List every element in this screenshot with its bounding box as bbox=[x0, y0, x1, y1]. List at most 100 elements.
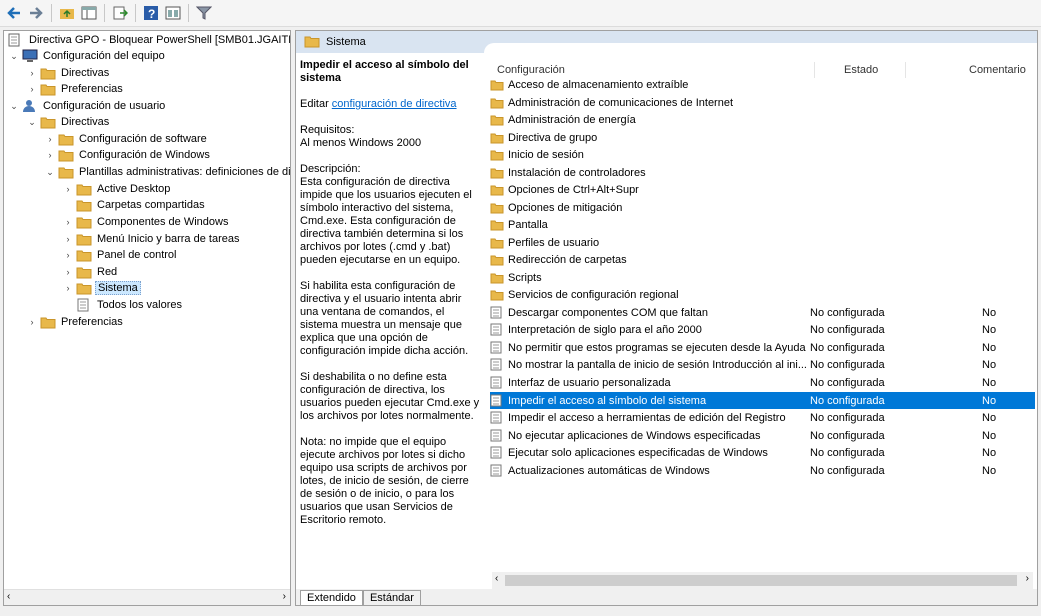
folder-row[interactable]: Redirección de carpetas bbox=[490, 251, 1035, 268]
policy-setting-icon bbox=[490, 464, 504, 478]
folder-icon bbox=[304, 34, 320, 51]
tree-item-uc-preferencias[interactable]: › Preferencias bbox=[26, 314, 125, 330]
tree-item-active-desktop[interactable]: › Active Desktop bbox=[62, 181, 172, 197]
tree-label: Directiva GPO - Bloquear PowerShell [SMB… bbox=[29, 34, 291, 46]
setting-row[interactable]: No mostrar la pantalla de inicio de sesi… bbox=[490, 356, 1035, 373]
chevron-right-icon[interactable]: › bbox=[26, 83, 38, 95]
setting-comment: No bbox=[982, 376, 997, 389]
tree-label: Configuración del equipo bbox=[43, 50, 165, 62]
setting-row[interactable]: Interpretación de siglo para el año 2000… bbox=[490, 321, 1035, 338]
up-folder-icon[interactable] bbox=[57, 3, 77, 23]
tree-label: Active Desktop bbox=[97, 183, 171, 195]
tab-standard[interactable]: Estándar bbox=[362, 590, 421, 605]
setting-row[interactable]: Impedir el acceso a herramientas de edic… bbox=[490, 409, 1035, 426]
tree-item-cc-preferencias[interactable]: › Preferencias bbox=[26, 81, 125, 97]
chevron-down-icon[interactable]: ⌄ bbox=[8, 100, 20, 112]
folder-row[interactable]: Inicio de sesión bbox=[490, 146, 1035, 163]
back-icon[interactable] bbox=[4, 3, 24, 23]
setting-row[interactable]: No ejecutar aplicaciones de Windows espe… bbox=[490, 427, 1035, 444]
chevron-right-icon[interactable]: › bbox=[26, 67, 38, 79]
folder-label: Opciones de Ctrl+Alt+Supr bbox=[508, 183, 639, 196]
setting-row[interactable]: Ejecutar solo aplicaciones especificadas… bbox=[490, 444, 1035, 461]
folder-row[interactable]: Administración de comunicaciones de Inte… bbox=[490, 94, 1035, 111]
tree-item-root[interactable]: Directiva GPO - Bloquear PowerShell [SMB… bbox=[6, 32, 291, 48]
chevron-right-icon[interactable]: › bbox=[26, 316, 38, 328]
tree-item-shared-folders[interactable]: Carpetas compartidas bbox=[74, 197, 207, 213]
tree-label: Menú Inicio y barra de tareas bbox=[97, 233, 240, 245]
setting-name: Interpretación de siglo para el año 2000 bbox=[508, 323, 702, 336]
folder-icon bbox=[76, 265, 92, 279]
scroll-left-icon[interactable]: ‹ bbox=[495, 573, 498, 584]
folder-row[interactable]: Opciones de mitigación bbox=[490, 199, 1035, 216]
tree-item-windows-components[interactable]: › Componentes de Windows bbox=[62, 214, 230, 230]
folder-row[interactable]: Scripts bbox=[490, 269, 1035, 286]
note-text: Nota: no impide que el equipo ejecute ar… bbox=[300, 436, 469, 526]
setting-state: No configurada bbox=[810, 464, 885, 477]
toolbar-separator bbox=[135, 4, 136, 22]
extended-description: Impedir el acceso al símbolo del sistema… bbox=[300, 59, 480, 540]
folder-row[interactable]: Acceso de almacenamiento extraíble bbox=[490, 76, 1035, 93]
show-hide-tree-icon[interactable] bbox=[79, 3, 99, 23]
chevron-down-icon[interactable]: ⌄ bbox=[8, 50, 20, 62]
list-horizontal-scrollbar[interactable]: ‹ › bbox=[492, 572, 1033, 589]
properties-icon[interactable] bbox=[163, 3, 183, 23]
chevron-right-icon[interactable]: › bbox=[44, 149, 56, 161]
tree-horizontal-scrollbar[interactable]: ‹ › bbox=[4, 589, 290, 605]
edit-policy-link[interactable]: configuración de directiva bbox=[332, 98, 457, 110]
folder-icon bbox=[76, 248, 92, 262]
chevron-right-icon[interactable]: › bbox=[62, 183, 74, 195]
export-list-icon[interactable] bbox=[110, 3, 130, 23]
chevron-down-icon[interactable]: ⌄ bbox=[44, 166, 56, 178]
filter-icon[interactable] bbox=[194, 3, 214, 23]
tree-item-windows[interactable]: › Configuración de Windows bbox=[44, 147, 212, 163]
tree-item-software[interactable]: › Configuración de software bbox=[44, 131, 209, 147]
help-icon[interactable]: ? bbox=[141, 3, 161, 23]
tree-item-admin-templates[interactable]: ⌄ Plantillas administrativas: definicion… bbox=[44, 164, 290, 180]
chevron-right-icon[interactable]: › bbox=[62, 266, 74, 278]
folder-icon bbox=[58, 148, 74, 162]
chevron-right-icon[interactable]: › bbox=[62, 249, 74, 261]
folder-label: Perfiles de usuario bbox=[508, 236, 600, 249]
folder-row[interactable]: Administración de energía bbox=[490, 111, 1035, 128]
requirements: Requisitos: Al menos Windows 2000 bbox=[300, 124, 480, 150]
tab-extended[interactable]: Extendido bbox=[300, 590, 363, 605]
forward-icon[interactable] bbox=[26, 3, 46, 23]
setting-row[interactable]: Interfaz de usuario personalizada No conf… bbox=[490, 374, 1035, 391]
setting-row-selected[interactable]: Impedir el acceso al símbolo del sistema… bbox=[490, 392, 1035, 409]
chevron-right-icon[interactable]: › bbox=[62, 216, 74, 228]
tree-item-network[interactable]: › Red bbox=[62, 264, 119, 280]
folder-label: Redirección de carpetas bbox=[508, 253, 627, 266]
tree-label: Carpetas compartidas bbox=[97, 199, 205, 211]
chevron-right-icon[interactable]: › bbox=[62, 282, 74, 294]
tree-item-system[interactable]: › Sistema bbox=[62, 280, 141, 296]
tree-item-user-config[interactable]: ⌄ Configuración de usuario bbox=[8, 98, 167, 114]
scrollbar-thumb[interactable] bbox=[505, 575, 1017, 586]
setting-row[interactable]: No permitir que estos programas se ejecu… bbox=[490, 339, 1035, 356]
scroll-right-icon[interactable]: › bbox=[1026, 573, 1029, 584]
chevron-right-icon[interactable]: › bbox=[62, 233, 74, 245]
setting-row[interactable]: Actualizaciones automáticas de Windows No… bbox=[490, 462, 1035, 479]
chevron-right-icon[interactable]: › bbox=[44, 133, 56, 145]
folder-row[interactable]: Opciones de Ctrl+Alt+Supr bbox=[490, 181, 1035, 198]
folder-row[interactable]: Perfiles de usuario bbox=[490, 234, 1035, 251]
folder-row[interactable]: Pantalla bbox=[490, 216, 1035, 233]
folder-row[interactable]: Directiva de grupo bbox=[490, 129, 1035, 146]
tree-item-start-menu[interactable]: › Menú Inicio y barra de tareas bbox=[62, 231, 241, 247]
scroll-right-icon[interactable]: › bbox=[283, 591, 286, 602]
folder-row[interactable]: Instalación de controladores bbox=[490, 164, 1035, 181]
tree-item-cc-directivas[interactable]: › Directivas bbox=[26, 65, 111, 81]
scroll-left-icon[interactable]: ‹ bbox=[7, 591, 10, 602]
setting-row[interactable]: Descargar componentes COM que faltan No c… bbox=[490, 304, 1035, 321]
folder-row[interactable]: Servicios de configuración regional bbox=[490, 286, 1035, 303]
folder-icon bbox=[76, 281, 92, 295]
requirements-value: Al menos Windows 2000 bbox=[300, 137, 422, 149]
tree-item-control-panel[interactable]: › Panel de control bbox=[62, 247, 179, 263]
folder-label: Administración de comunicaciones de Inte… bbox=[508, 96, 734, 109]
setting-comment: No bbox=[982, 341, 997, 354]
tree-item-uc-directivas[interactable]: ⌄ Directivas bbox=[26, 114, 111, 130]
folder-label: Acceso de almacenamiento extraíble bbox=[508, 78, 689, 91]
tree-item-computer-config[interactable]: ⌄ Configuración del equipo bbox=[8, 48, 167, 64]
setting-comment: No bbox=[982, 394, 997, 407]
tree-item-all-values[interactable]: Todos los valores bbox=[74, 297, 184, 313]
chevron-down-icon[interactable]: ⌄ bbox=[26, 116, 38, 128]
